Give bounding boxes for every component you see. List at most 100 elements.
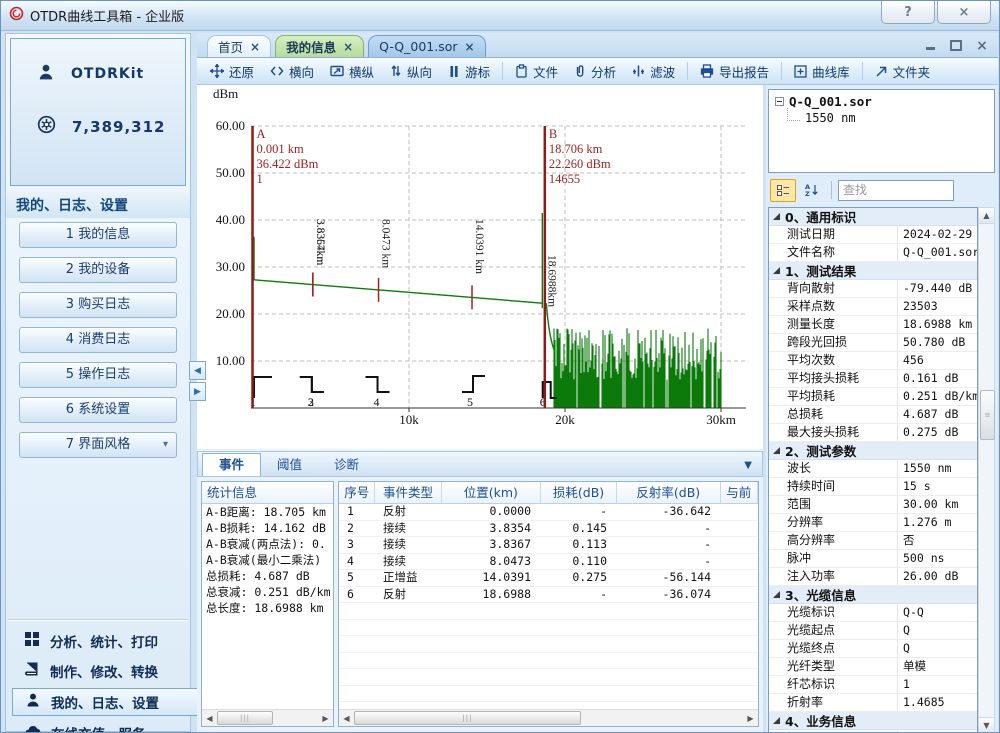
property-row[interactable]: 跨段光回损50.780 dB bbox=[769, 334, 977, 352]
property-row[interactable]: 注入功率26.00 dB bbox=[769, 568, 977, 586]
property-row[interactable]: 波长1550 nm bbox=[769, 460, 977, 478]
toolbar-label: 还原 bbox=[229, 62, 254, 81]
property-row[interactable]: 背向散射-79.440 dB bbox=[769, 280, 977, 298]
property-section-1[interactable]: 1、测试结果 bbox=[769, 262, 977, 280]
column-header[interactable]: 序号 bbox=[339, 482, 375, 503]
property-v-scrollbar[interactable]: ▲ ≡ ▼ bbox=[978, 207, 995, 733]
help-button[interactable]: ? bbox=[881, 1, 935, 24]
collapse-left-button[interactable]: ◀ bbox=[189, 361, 206, 380]
property-row[interactable]: 平均接头损耗0.161 dB bbox=[769, 370, 977, 388]
table-row[interactable]: 2接续3.83540.145- bbox=[339, 521, 758, 538]
toolbar-restore-button[interactable]: 还原 bbox=[203, 60, 261, 82]
close-button[interactable]: × bbox=[937, 1, 991, 24]
toolbar-both-zoom-button[interactable]: 横纵 bbox=[323, 60, 381, 82]
column-header[interactable]: 损耗(dB) bbox=[541, 482, 617, 503]
table-row[interactable]: 1反射0.0000--36.642 bbox=[339, 504, 758, 521]
toolbar-folder-open-button[interactable]: 文件夹 bbox=[868, 60, 938, 82]
categorized-view-button[interactable] bbox=[770, 179, 796, 202]
property-row[interactable]: 平均损耗0.251 dB/km bbox=[769, 388, 977, 406]
column-header[interactable]: 位置(km) bbox=[442, 482, 542, 503]
property-row[interactable]: 光缆起点Q bbox=[769, 622, 977, 640]
otdr-chart[interactable]: dBm60.0050.0040.0030.0020.0010.0010k20k3… bbox=[197, 85, 763, 449]
property-row[interactable]: 分辨率1.276 m bbox=[769, 514, 977, 532]
tab-home[interactable]: 首页× bbox=[207, 35, 271, 57]
property-row[interactable]: 光缆终点Q bbox=[769, 640, 977, 658]
tab-close-icon[interactable]: × bbox=[250, 40, 260, 54]
child-close-button[interactable]: × bbox=[974, 39, 990, 52]
nav-analysis-stats-print[interactable]: 分析、统计、打印 bbox=[12, 628, 196, 654]
column-header[interactable]: 与前 bbox=[721, 482, 758, 503]
stats-h-scrollbar[interactable]: ◀ ||| ▶ bbox=[202, 709, 333, 726]
toolbar-filter-button[interactable]: 滤波 bbox=[625, 60, 682, 82]
tab-diagnosis[interactable]: 诊断 bbox=[318, 454, 375, 476]
property-section-4[interactable]: 4、业务信息 bbox=[769, 712, 977, 730]
tab-my-info[interactable]: 我的信息× bbox=[275, 35, 364, 57]
sidebar-menu-item-5[interactable]: 5 操作日志 bbox=[19, 362, 177, 388]
table-row[interactable]: 6反射18.6988--36.074 bbox=[339, 587, 758, 604]
sidebar-menu-item-3[interactable]: 3 购买日志 bbox=[19, 292, 177, 318]
sidebar-menu-item-7[interactable]: 7 界面风格▾ bbox=[19, 432, 177, 458]
table-row[interactable] bbox=[339, 603, 758, 620]
search-input[interactable] bbox=[838, 180, 954, 201]
nav-online-recharge-service[interactable]: 在线充值、服务 bbox=[12, 720, 196, 733]
alphabetical-sort-button[interactable]: AZ bbox=[799, 179, 825, 202]
toolbar-analyze-button[interactable]: 分析 bbox=[567, 60, 623, 82]
window-title: OTDR曲线工具箱 - 企业版 bbox=[30, 6, 184, 25]
table-row[interactable] bbox=[339, 653, 758, 670]
property-row[interactable]: 范围30.00 km bbox=[769, 496, 977, 514]
tab-close-icon[interactable]: × bbox=[343, 40, 353, 54]
property-row[interactable]: 平均次数456 bbox=[769, 352, 977, 370]
property-row[interactable]: 测量长度18.6988 km bbox=[769, 316, 977, 334]
tab-close-icon[interactable]: × bbox=[465, 40, 475, 54]
property-row[interactable]: 高分辨率否 bbox=[769, 532, 977, 550]
toolbar-curve-library-button[interactable]: 曲线库 bbox=[787, 60, 857, 82]
table-row[interactable] bbox=[339, 636, 758, 653]
property-section-3[interactable]: 3、光缆信息 bbox=[769, 586, 977, 604]
tree-wavelength-node[interactable]: 1550 nm bbox=[787, 111, 994, 125]
property-row[interactable]: 总损耗4.687 dB bbox=[769, 406, 977, 424]
child-restore-button[interactable] bbox=[948, 39, 964, 52]
property-row[interactable]: 测试日期2024-02-29 13: bbox=[769, 226, 977, 244]
table-row[interactable]: 3接续3.83670.113- bbox=[339, 537, 758, 554]
nav-create-modify-convert[interactable]: 制作、修改、转换 bbox=[12, 658, 196, 684]
scroll-thumb[interactable]: ≡ bbox=[980, 390, 995, 440]
table-row[interactable]: 4接续8.04730.110- bbox=[339, 554, 758, 571]
column-header[interactable]: 事件类型 bbox=[375, 482, 441, 503]
tree-root-node[interactable]: Q-Q_001.sor bbox=[775, 94, 994, 109]
events-h-scrollbar[interactable]: ◀ ||| ▶ bbox=[339, 709, 758, 726]
toolbar-horizontal-zoom-button[interactable]: 横向 bbox=[263, 60, 321, 82]
tab-sor-file[interactable]: Q-Q_001.sor× bbox=[368, 35, 485, 57]
property-row[interactable]: 折射率1.4685 bbox=[769, 694, 977, 712]
property-section-2[interactable]: 2、测试参数 bbox=[769, 442, 977, 460]
property-row[interactable]: 光缆标识Q-Q bbox=[769, 604, 977, 622]
collapse-right-button[interactable]: ▶ bbox=[189, 382, 206, 401]
property-row[interactable]: 采样点数23503 bbox=[769, 298, 977, 316]
child-minimize-button[interactable] bbox=[922, 39, 938, 52]
table-row[interactable]: 5正增益14.03910.275-56.144 bbox=[339, 570, 758, 587]
sidebar-menu-item-6[interactable]: 6 系统设置 bbox=[19, 397, 177, 423]
nav-my-logs-settings[interactable]: 我的、日志、设置 bbox=[12, 688, 198, 716]
toolbar-export-report-button[interactable]: 导出报告 bbox=[693, 60, 776, 82]
column-header[interactable]: 反射率(dB) bbox=[617, 482, 721, 503]
chevron-down-icon[interactable]: ▼ bbox=[744, 460, 752, 471]
sidebar-menu-item-4[interactable]: 4 消费日志 bbox=[19, 327, 177, 353]
sidebar-menu-item-2[interactable]: 2 我的设备 bbox=[19, 257, 177, 283]
property-row[interactable]: 文件名称Q-Q_001.sor bbox=[769, 244, 977, 262]
nav-label: 我的、日志、设置 bbox=[51, 692, 159, 712]
toolbar-vertical-zoom-button[interactable]: 纵向 bbox=[383, 60, 439, 82]
property-row[interactable]: 持续时间15 s bbox=[769, 478, 977, 496]
property-row[interactable]: 最大接头损耗0.275 dB bbox=[769, 424, 977, 442]
table-row[interactable] bbox=[339, 620, 758, 637]
property-row[interactable]: 脉冲500 ns bbox=[769, 550, 977, 568]
property-row[interactable]: 纤芯标识1 bbox=[769, 676, 977, 694]
toolbar-file-button[interactable]: 文件 bbox=[508, 60, 565, 82]
tab-events[interactable]: 事件 bbox=[202, 453, 261, 476]
property-row[interactable]: 光纤类型单模 bbox=[769, 658, 977, 676]
tab-thresholds[interactable]: 阈值 bbox=[261, 454, 318, 476]
sidebar-menu-item-1[interactable]: 1 我的信息 bbox=[19, 222, 177, 248]
table-row[interactable] bbox=[339, 686, 758, 703]
property-section-0[interactable]: 0、通用标识 bbox=[769, 208, 977, 226]
bottom-panel: 事件 阈值 诊断 ▼ 统计信息 A-B距离: 18.705 kmA-B损耗: 1… bbox=[197, 449, 763, 733]
toolbar-cursor-button[interactable]: 游标 bbox=[441, 60, 497, 82]
table-row[interactable] bbox=[339, 669, 758, 686]
